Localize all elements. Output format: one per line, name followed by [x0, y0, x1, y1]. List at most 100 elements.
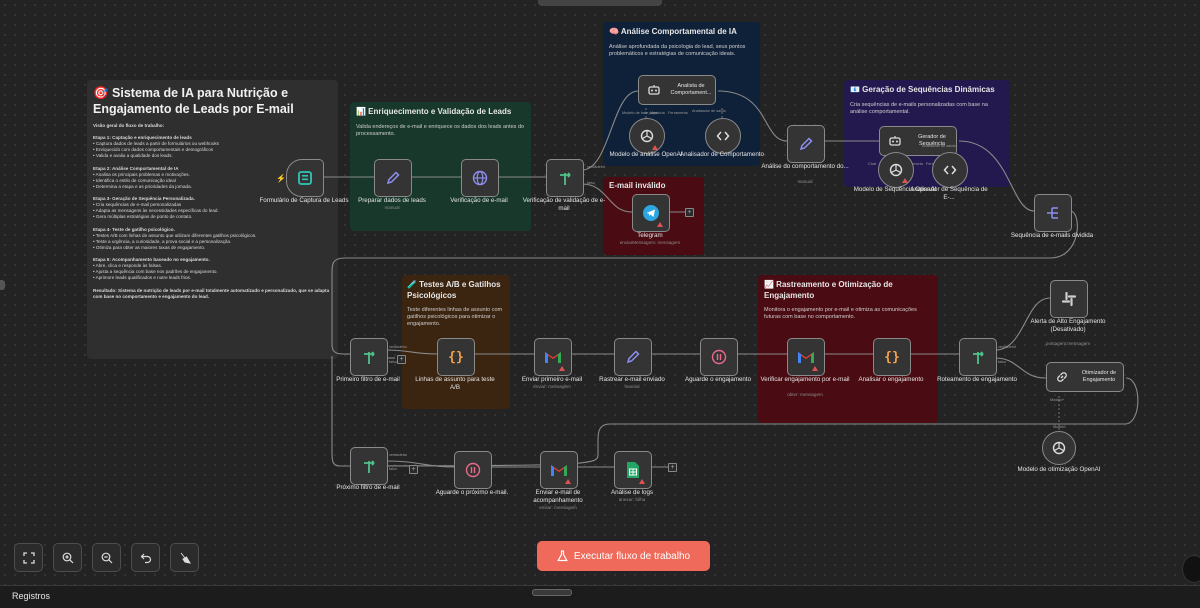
sticky-tracking-title: 📈 Rastreamento e Otimização de Engajamen… — [764, 280, 893, 300]
top-panel-handle[interactable] — [538, 0, 662, 6]
undo-icon — [140, 553, 151, 563]
warning-icon — [902, 178, 908, 183]
node-validation-check[interactable] — [546, 159, 584, 197]
execute-workflow-button[interactable]: Executar fluxo de trabalho — [537, 541, 710, 571]
zoom-out-button[interactable] — [92, 543, 121, 572]
globe-icon — [472, 170, 488, 186]
sheets-icon — [627, 462, 639, 478]
node-engagement-routing[interactable] — [959, 338, 997, 376]
node-openai-optimization-model[interactable] — [1042, 431, 1076, 465]
sticky-main-line: Resultado: Sistema de nutrição de leads … — [93, 287, 330, 299]
sticky-sequence-desc: Cria sequências de e-mails personalizada… — [850, 102, 988, 115]
node-ab-subject-lines[interactable]: {} — [437, 338, 475, 376]
label-openai-optimization: Modelo de otimização OpenAI — [1017, 466, 1101, 473]
node-behavior-analysis[interactable] — [787, 125, 825, 163]
node-first-email-filter[interactable] — [350, 338, 388, 376]
node-email-verification[interactable] — [461, 159, 499, 197]
broom-icon — [180, 552, 191, 564]
node-openai-sequence-model[interactable] — [878, 152, 914, 188]
node-behavior-analyst-agent[interactable]: Analista de Comportament... — [638, 75, 716, 105]
node-send-first-email[interactable] — [534, 338, 572, 376]
if-branch-icon — [560, 172, 571, 185]
label-lead-form: Formulário de Captura de Leads — [259, 197, 349, 204]
add-node-filter2-false[interactable]: + — [409, 465, 418, 474]
node-prepare-data[interactable] — [374, 159, 412, 197]
warning-icon — [657, 222, 663, 227]
node-engagement-optimizer[interactable]: Otimizador de Engajamento — [1046, 362, 1124, 392]
add-node-after-logs[interactable]: + — [668, 463, 677, 472]
fit-view-icon — [22, 551, 35, 564]
analyst-port-parser: Analisador de saída — [692, 109, 726, 113]
sub-prepare-data: manual — [384, 205, 400, 210]
label-ab-subject-lines: Linhas de assunto para teste A/B — [415, 376, 495, 391]
logs-panel-bar[interactable]: Registros — [0, 585, 1200, 608]
node-behavior-parser[interactable] — [705, 118, 741, 154]
node-telegram[interactable] — [632, 194, 670, 232]
if-branch-icon — [364, 460, 375, 473]
sticky-enrichment-title: 📊 Enriquecimento e Validação de Leads — [356, 107, 512, 116]
execute-workflow-label: Executar fluxo de trabalho — [573, 550, 691, 562]
node-split-sequence[interactable] — [1034, 194, 1072, 232]
fit-view-button[interactable] — [14, 543, 43, 572]
label-engagement-routing: Roteamento de engajamento — [937, 376, 1017, 383]
sub-check-engagement: obter: mensagem — [787, 392, 823, 397]
routing-true-label: verdadeiro — [998, 345, 1016, 349]
warning-icon — [559, 366, 565, 371]
code-braces-icon: {} — [448, 349, 464, 365]
node-sequence-parser[interactable] — [932, 152, 968, 188]
node-send-followup[interactable] — [540, 451, 578, 489]
label-send-first-email: Enviar primeiro e-mail — [521, 376, 583, 383]
node-track-email[interactable] — [614, 338, 652, 376]
add-node-after-telegram[interactable]: + — [685, 208, 694, 217]
sticky-ab-desc: Teste diferentes linhas de assunto com g… — [407, 307, 503, 327]
node-openai-analysis-model[interactable] — [629, 118, 665, 154]
zoom-in-button[interactable] — [53, 543, 82, 572]
logs-panel-handle[interactable] — [532, 589, 572, 596]
node-wait-engagement[interactable] — [700, 338, 738, 376]
analyst-port-memory: Memória — [650, 111, 665, 115]
node-wait-next-email[interactable] — [454, 451, 492, 489]
workflow-canvas[interactable]: 🎯 Sistema de IA para Nutrição e Engajame… — [0, 0, 1200, 585]
optimizer-model-port: Modelo* — [1050, 398, 1064, 402]
label-analyze-engagement: Analisar o engajamento — [858, 376, 924, 383]
sticky-main-body: Visão geral do fluxo de trabalho: Etapa … — [93, 123, 332, 300]
sticky-analysis-title: 🧠 Análise Comportamental de IA — [609, 27, 737, 36]
node-check-engagement[interactable] — [787, 338, 825, 376]
robot-icon — [648, 85, 660, 95]
undo-button[interactable] — [131, 543, 160, 572]
sticky-main-overview[interactable]: 🎯 Sistema de IA para Nutrição e Engajame… — [87, 80, 338, 359]
logs-label[interactable]: Registros — [12, 591, 50, 601]
node-lead-form[interactable] — [286, 159, 324, 197]
corner-badge[interactable] — [1182, 555, 1200, 583]
validate-true-label: verdadeiro — [587, 165, 605, 169]
label-behavior-analysis: Análise do comportamento do... — [761, 163, 849, 170]
if-branch-icon — [364, 351, 375, 364]
validate-false-label: falso — [587, 181, 596, 185]
sticky-enrichment-desc: Valida endereços de e-mail e enriquece o… — [356, 124, 525, 137]
code-braces-icon: {} — [884, 349, 900, 365]
filter1-false-label: falso — [389, 360, 398, 364]
node-next-email-filter[interactable] — [350, 447, 388, 485]
warning-icon — [652, 145, 658, 150]
telegram-icon — [643, 205, 659, 221]
label-first-email-filter: Primeiro filtro de e-mail — [336, 376, 400, 383]
pause-icon — [465, 462, 481, 478]
pencil-icon — [626, 350, 640, 364]
label-check-engagement: Verificar engajamento por e-mail — [760, 376, 850, 383]
label-behavior-analyst: Analista de Comportament... — [670, 83, 712, 96]
sub-send-first-email: enviar: mensagem — [533, 384, 571, 389]
add-node-filter1-false[interactable]: + — [397, 355, 406, 364]
trigger-marker: ⚡ — [276, 174, 286, 183]
pencil-icon — [799, 137, 813, 151]
label-engagement-optimizer: Otimizador de Engajamento — [1081, 370, 1117, 383]
filter1-true-label: verdadeiro — [389, 345, 407, 349]
sticky-analysis-desc: Análise aprofundada da psicologia do lea… — [609, 44, 746, 57]
label-next-email-filter: Próximo filtro de e-mail — [336, 484, 400, 491]
left-edge-handle[interactable] — [0, 280, 5, 290]
form-icon — [298, 171, 312, 185]
node-analyze-engagement[interactable]: {} — [873, 338, 911, 376]
sticky-engagement-tracking[interactable]: 📈 Rastreamento e Otimização de Engajamen… — [758, 275, 938, 423]
node-log-analysis[interactable] — [614, 451, 652, 489]
tidy-up-button[interactable] — [170, 543, 199, 572]
node-slack-alert[interactable] — [1050, 280, 1088, 318]
